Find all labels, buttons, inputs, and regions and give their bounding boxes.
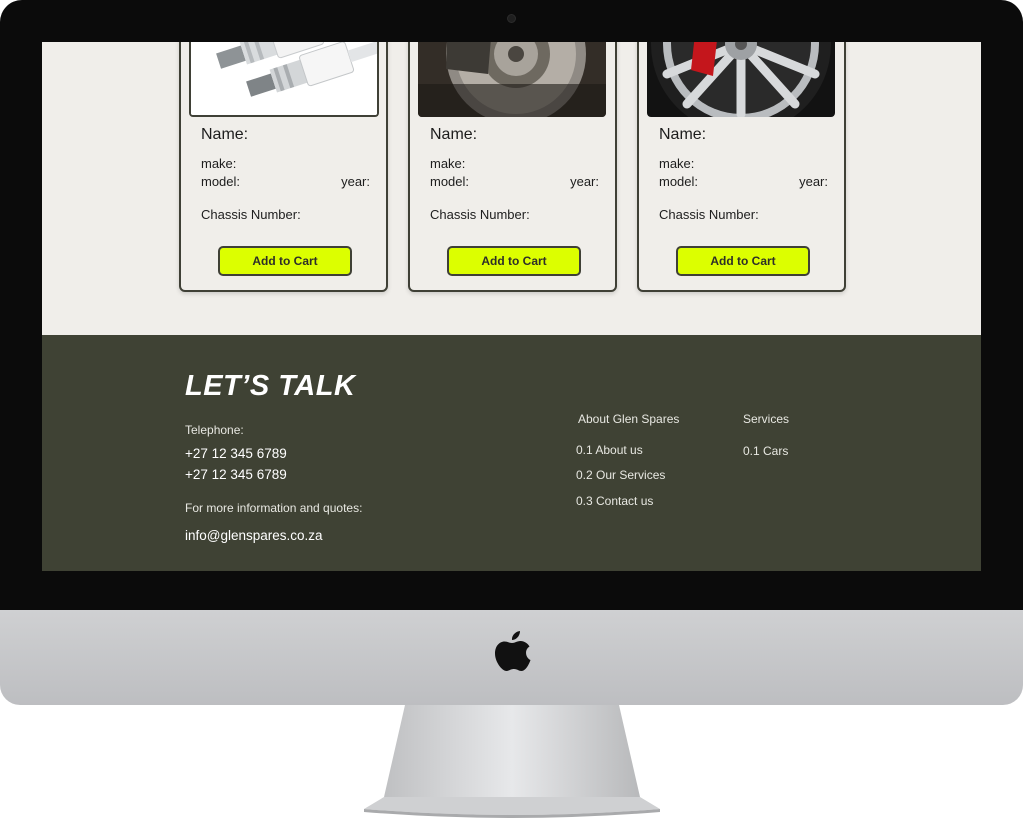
phone-number[interactable]: +27 12 345 6789	[185, 446, 287, 461]
product-name-label: Name:	[201, 126, 249, 143]
product-model-label: model:	[430, 174, 470, 189]
website-screen: Name: make: model: year: Chassis Number:…	[42, 42, 981, 571]
site-footer: LET’S TALK Telephone: +27 12 345 6789 +2…	[42, 335, 981, 571]
about-heading: About Glen Spares	[578, 412, 680, 426]
product-card: Name: make: model: year: Chassis Number:…	[637, 42, 846, 292]
product-year-label: year:	[570, 174, 599, 189]
product-model-label: model:	[201, 174, 241, 189]
add-to-cart-button[interactable]: Add to Cart	[218, 246, 352, 276]
footer-heading: LET’S TALK	[185, 370, 356, 402]
more-info-label: For more information and quotes:	[185, 501, 363, 515]
monitor-stand	[364, 705, 660, 818]
footer-link-contact-us[interactable]: 0.3 Contact us	[576, 494, 653, 508]
product-make-label: make:	[659, 156, 695, 171]
product-model-label: model:	[659, 174, 699, 189]
camera-icon	[507, 14, 516, 23]
product-name-label: Name:	[659, 126, 707, 143]
screen-bottom-border	[42, 571, 981, 610]
product-make-label: make:	[430, 156, 466, 171]
product-year-label: year:	[341, 174, 370, 189]
product-chassis-label: Chassis Number:	[430, 207, 530, 222]
add-to-cart-button[interactable]: Add to Cart	[447, 246, 581, 276]
product-chassis-label: Chassis Number:	[659, 207, 759, 222]
brake-disc-image	[418, 42, 606, 117]
footer-link-our-services[interactable]: 0.2 Our Services	[576, 468, 665, 482]
email-link[interactable]: info@glenspares.co.za	[185, 528, 323, 543]
phone-number[interactable]: +27 12 345 6789	[185, 467, 287, 482]
telephone-label: Telephone:	[185, 423, 244, 437]
services-heading: Services	[743, 412, 790, 426]
spark-plugs-image	[189, 42, 379, 117]
product-card: Name: make: model: year: Chassis Number:…	[408, 42, 617, 292]
product-chassis-label: Chassis Number:	[201, 207, 301, 222]
footer-link-cars[interactable]: 0.1 Cars	[743, 444, 788, 458]
add-to-cart-button[interactable]: Add to Cart	[676, 246, 810, 276]
product-make-label: make:	[201, 156, 237, 171]
product-year-label: year:	[799, 174, 828, 189]
product-card: Name: make: model: year: Chassis Number:…	[179, 42, 388, 292]
apple-logo-icon	[495, 631, 531, 671]
alloy-wheel-image	[647, 42, 835, 117]
footer-link-about-us[interactable]: 0.1 About us	[576, 443, 643, 457]
product-name-label: Name:	[430, 126, 478, 143]
